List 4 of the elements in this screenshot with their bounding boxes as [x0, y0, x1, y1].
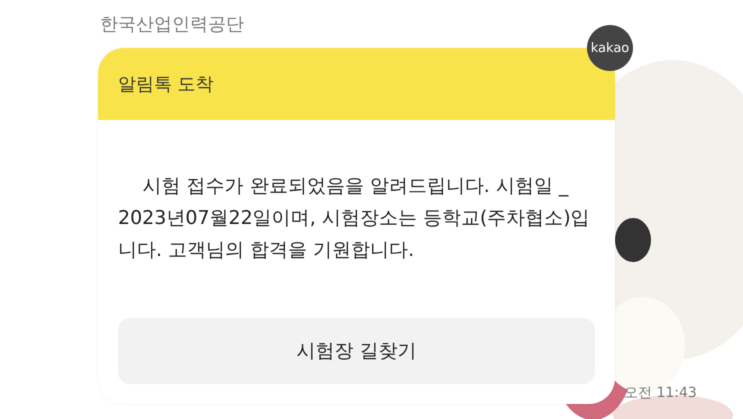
message-time: 오전 11:43	[624, 384, 697, 402]
directions-button[interactable]: 시험장 길찾기	[118, 318, 595, 384]
message-text: 시험 접수가 완료되었음을 알려드립니다. 시험일 _ 2023년07월22일이며, 시험장소는 등학교(주차협소)입니다. 고객님의 합격을 기원합니다.	[118, 174, 591, 263]
sender-name: 한국산업인력공단	[100, 13, 244, 36]
